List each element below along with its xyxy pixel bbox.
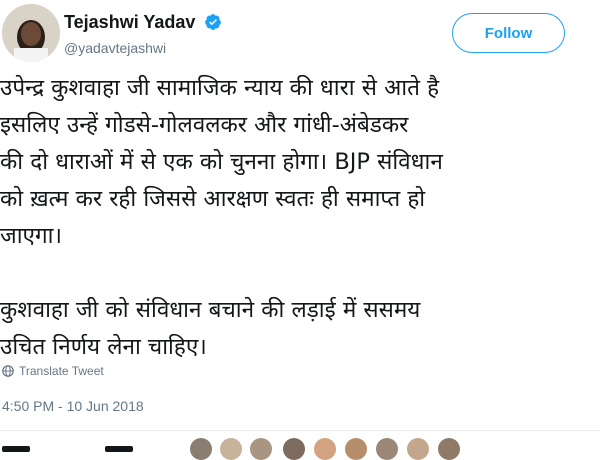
verified-badge-icon (205, 14, 221, 30)
liker-avatar[interactable] (407, 438, 429, 460)
liker-avatar[interactable] (250, 438, 272, 460)
retweet-count-cutoff[interactable] (2, 446, 30, 452)
liker-avatar[interactable] (345, 438, 367, 460)
tweet-line: को ख़त्म कर रही जिससे आरक्षण स्वतः ही सम… (0, 186, 426, 212)
tweet-line: कुशवाहा जी को संविधान बचाने की लड़ाई में… (0, 297, 421, 323)
translate-tweet-link[interactable]: Translate Tweet (2, 364, 104, 378)
follow-button[interactable]: Follow (452, 13, 565, 53)
tweet-line: इसलिए उन्हें गोडसे-गोलवलकर और गांधी-अंबे… (0, 112, 409, 138)
translate-label[interactable]: Translate Tweet (19, 364, 104, 378)
liker-avatar[interactable] (283, 438, 305, 460)
tweet-line: उचित निर्णय लेना चाहिए। (0, 334, 207, 360)
liker-avatar[interactable] (438, 438, 460, 460)
engagement-row (0, 438, 600, 460)
avatar-image (2, 4, 60, 62)
liker-avatar[interactable] (220, 438, 242, 460)
liker-avatar[interactable] (376, 438, 398, 460)
tweet-timestamp[interactable]: 4:50 PM - 10 Jun 2018 (2, 398, 144, 414)
tweet-line: जाएगा। (0, 223, 62, 249)
tweet-header: Tejashwi Yadav @yadavtejashwi Follow (0, 0, 600, 68)
divider (0, 430, 600, 431)
liker-avatar[interactable] (314, 438, 336, 460)
display-name[interactable]: Tejashwi Yadav (64, 12, 195, 33)
liker-avatar[interactable] (190, 438, 212, 460)
like-count-cutoff[interactable] (105, 446, 133, 452)
user-handle[interactable]: @yadavtejashwi (64, 40, 166, 56)
tweet-line: की दो धाराओं में से एक को चुनना होगा। BJ… (0, 149, 443, 175)
avatar[interactable] (2, 4, 60, 62)
globe-icon (2, 365, 14, 377)
tweet-line: उपेन्द्र कुशवाहा जी सामाजिक न्याय की धार… (0, 75, 440, 101)
tweet-text: उपेन्द्र कुशवाहा जी सामाजिक न्याय की धार… (0, 70, 600, 366)
